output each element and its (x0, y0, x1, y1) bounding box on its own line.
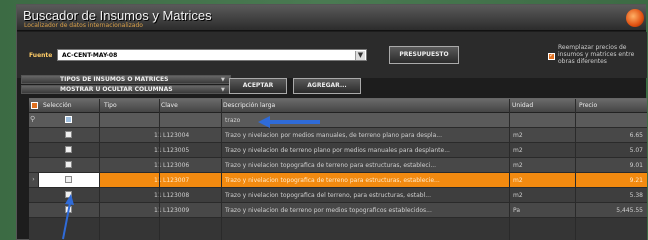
fuente-select[interactable]: AC-CENT-MAY-08 ▼ (57, 49, 367, 61)
tipos-toggle[interactable]: TIPOS DE INSUMOS O MATRICES ▼ (21, 75, 231, 84)
chevron-down-icon[interactable]: ▼ (355, 51, 365, 60)
expand-icon[interactable]: ▼ (221, 87, 227, 93)
agregar-button[interactable]: AGREGAR... (293, 78, 361, 94)
table-row[interactable]: 11 L123009 Trazo y nivelacion de terreno… (29, 203, 647, 218)
cell-tipo: 11 (154, 192, 162, 199)
cell-descripcion: Trazo y nivelacion topografica de terren… (225, 162, 437, 169)
cell-unidad: m2 (513, 192, 523, 199)
grid-header: Selección Tipo Clave Descripción larga U… (29, 99, 647, 113)
cell-unidad: m2 (513, 147, 523, 154)
col-header-unidad[interactable]: Unidad (512, 102, 533, 109)
filter-icon[interactable]: ⚲ (30, 115, 35, 123)
cell-tipo: 11 (154, 162, 162, 169)
table-row[interactable]: 11 L123005 Trazo y nivelacion de terreno… (29, 143, 647, 158)
annotation-arrow-up-icon (62, 194, 74, 240)
title-bar: Buscador de Insumos y Matrices Localizad… (17, 5, 646, 31)
cell-precio: 9.01 (629, 162, 643, 169)
cell-precio: 6.65 (629, 132, 643, 139)
app-logo-icon (626, 9, 644, 27)
col-header-tipo[interactable]: Tipo (104, 102, 117, 109)
search-window: Buscador de Insumos y Matrices Localizad… (16, 4, 647, 240)
toolbar: Fuente AC-CENT-MAY-08 ▼ PRESUPUESTO Reem… (17, 32, 647, 78)
col-header-clave[interactable]: Clave (161, 102, 178, 109)
filter-checkbox[interactable] (65, 116, 72, 123)
cell-clave: L123006 (163, 162, 190, 169)
tipos-label: TIPOS DE INSUMOS O MATRICES (60, 76, 169, 83)
cell-precio: 5.38 (629, 192, 643, 199)
filter-row: ⚲ trazo (29, 113, 647, 128)
replace-prices-checkbox[interactable] (548, 52, 555, 60)
cell-clave: L123004 (163, 132, 190, 139)
cell-descripcion: Trazo y nivelacion topografica de terren… (225, 177, 440, 184)
table-row[interactable]: 11 L123004 Trazo y nivelacion por medios… (29, 128, 647, 143)
col-header-seleccion[interactable]: Selección (43, 102, 72, 109)
cell-clave: L123009 (163, 207, 190, 214)
cell-clave: L123007 (163, 177, 190, 184)
aceptar-button[interactable]: ACEPTAR (229, 78, 287, 94)
fuente-label: Fuente (29, 52, 53, 59)
cell-unidad: Pa (513, 207, 521, 214)
cell-tipo: 11 (154, 207, 162, 214)
cell-unidad: m2 (513, 177, 523, 184)
window-title: Buscador de Insumos y Matrices (23, 8, 212, 23)
replace-prices-label: Reemplazar precios de insumos y matrices… (558, 44, 635, 65)
cell-clave: L123005 (163, 147, 190, 154)
cell-precio: 5.07 (629, 147, 643, 154)
results-grid: Selección Tipo Clave Descripción larga U… (29, 98, 647, 240)
cell-precio: 9.21 (629, 177, 643, 184)
col-header-descripcion[interactable]: Descripción larga (223, 102, 275, 109)
row-checkbox[interactable] (65, 161, 72, 168)
table-row-selected[interactable]: › 11 L123007 Trazo y nivelacion topograf… (29, 173, 647, 188)
table-row[interactable]: 11 L123008 Trazo y nivelacion topografic… (29, 188, 647, 203)
mostrar-label: MOSTRAR U OCULTAR COLUMNAS (60, 86, 173, 93)
cell-unidad: m2 (513, 162, 523, 169)
row-checkbox[interactable] (65, 131, 72, 138)
cell-descripcion: Trazo y nivelacion topografica del terre… (225, 192, 431, 199)
presupuesto-button[interactable]: PRESUPUESTO (389, 46, 459, 64)
cell-tipo: 11 (154, 177, 162, 184)
cell-tipo: 11 (154, 147, 162, 154)
mostrar-toggle[interactable]: MOSTRAR U OCULTAR COLUMNAS ▼ (21, 85, 231, 94)
cell-clave: L123008 (163, 192, 190, 199)
col-header-precio[interactable]: Precio (579, 102, 597, 109)
cell-unidad: m2 (513, 132, 523, 139)
fuente-value: AC-CENT-MAY-08 (62, 52, 118, 59)
row-checkbox[interactable] (65, 176, 72, 183)
cell-descripcion: Trazo y nivelacion por medios manuales, … (225, 132, 442, 139)
row-pointer-icon: › (29, 173, 39, 187)
cell-descripcion: Trazo y nivelacion de terreno plano por … (225, 147, 450, 154)
options-panel: TIPOS DE INSUMOS O MATRICES ▼ MOSTRAR U … (21, 75, 231, 95)
grid-menu-icon[interactable] (31, 102, 38, 109)
expand-icon[interactable]: ▼ (221, 77, 227, 83)
window-subtitle: Localizador de datos internacionalizado (24, 22, 143, 29)
row-checkbox[interactable] (65, 146, 72, 153)
filter-input[interactable]: trazo (225, 117, 240, 124)
cell-precio: 5,445.55 (616, 207, 643, 214)
cell-descripcion: Trazo y nivelacion de terreno por medios… (225, 207, 432, 214)
table-row[interactable]: 11 L123006 Trazo y nivelacion topografic… (29, 158, 647, 173)
annotation-arrow-left-icon (258, 116, 320, 128)
cell-tipo: 11 (154, 132, 162, 139)
